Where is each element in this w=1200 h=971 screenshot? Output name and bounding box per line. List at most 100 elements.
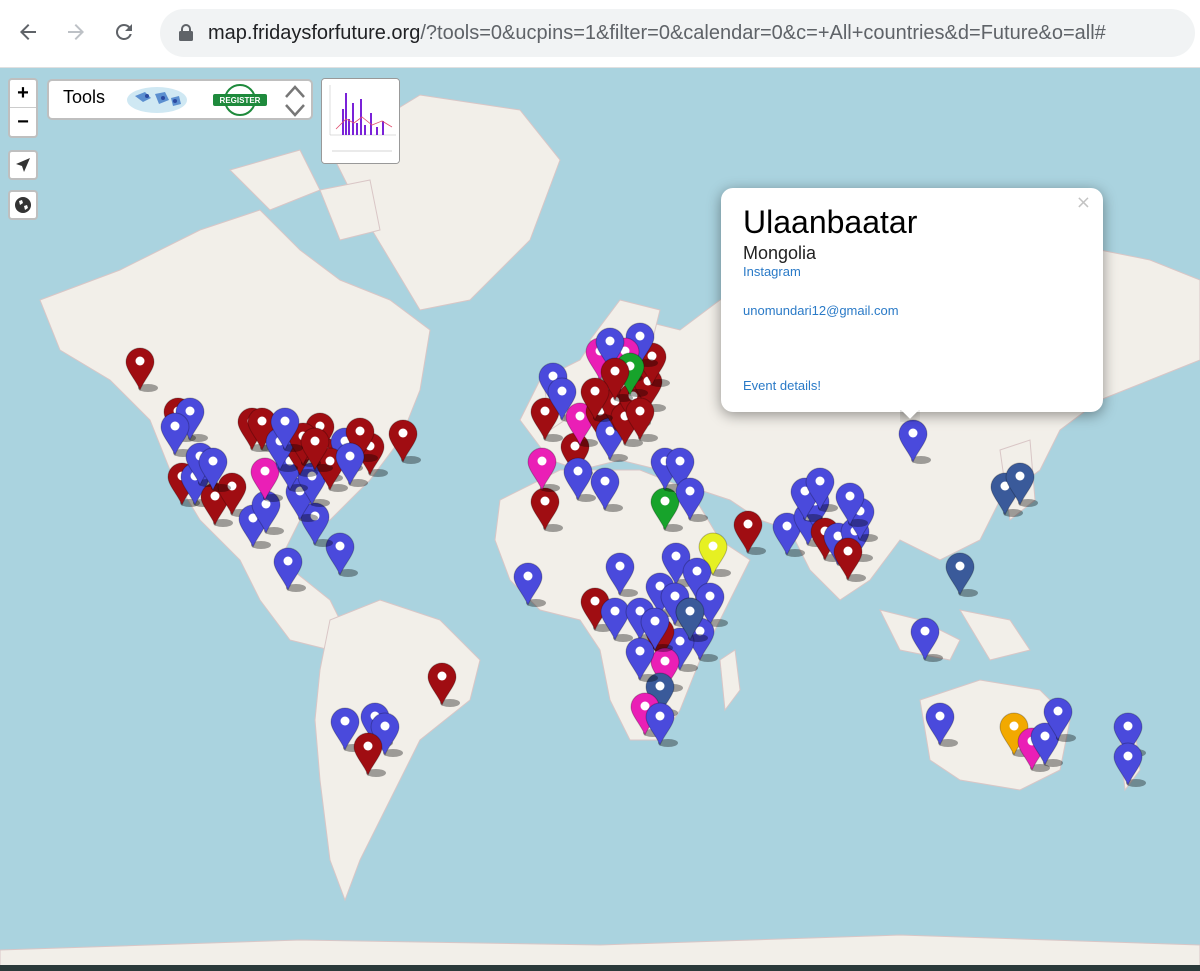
map-pin-dot (310, 436, 320, 446)
map-pin-dot (437, 671, 447, 681)
map-pin-marker[interactable] (527, 447, 557, 492)
map-pin-marker[interactable] (530, 487, 560, 532)
map-pin-dot (600, 476, 610, 486)
map-pin[interactable] (675, 477, 708, 522)
map-pin[interactable] (945, 552, 978, 597)
map-pin[interactable] (273, 547, 306, 592)
globe-button[interactable] (8, 190, 38, 220)
map-pin-marker[interactable] (945, 552, 975, 597)
map-pin-marker[interactable] (388, 419, 418, 464)
map-pin[interactable] (427, 662, 460, 707)
map-pin-dot (705, 591, 715, 601)
map-pin-dot (635, 646, 645, 656)
map-pin-dot (685, 486, 695, 496)
map-pin-dot (1009, 721, 1019, 731)
map-pin-dot (685, 606, 695, 616)
map-pin[interactable] (898, 419, 931, 464)
zoom-control: + − (8, 78, 38, 138)
map-pin-marker[interactable] (625, 637, 655, 682)
address-bar[interactable]: map.fridaysforfuture.org/?tools=0&ucpins… (160, 9, 1195, 57)
map-pin-marker[interactable] (125, 347, 155, 392)
tools-panel[interactable]: Tools REGISTER (47, 79, 313, 120)
map-pin-dot (590, 386, 600, 396)
map-pin-dot (135, 356, 145, 366)
map-pin-marker[interactable] (833, 537, 863, 582)
bottom-strip (0, 965, 1200, 971)
map-pin-dot (257, 416, 267, 426)
map-pin-dot (283, 556, 293, 566)
register-label: REGISTER (220, 96, 261, 105)
map-pin[interactable] (530, 487, 563, 532)
zoom-out-button[interactable]: − (10, 108, 36, 136)
back-button[interactable] (10, 14, 46, 50)
browser-toolbar: map.fridaysforfuture.org/?tools=0&ucpins… (0, 0, 1200, 68)
map-pin-marker[interactable] (513, 562, 543, 607)
map-pin-marker[interactable] (590, 467, 620, 512)
map-pin-dot (845, 491, 855, 501)
globe-icon (15, 197, 31, 213)
map-pin-marker[interactable] (898, 419, 928, 464)
event-details-link[interactable]: Event details! (743, 378, 821, 393)
map-pin[interactable] (605, 552, 638, 597)
map-pin-dot (615, 561, 625, 571)
register-badge[interactable]: REGISTER (211, 84, 269, 116)
map-pin[interactable] (388, 419, 421, 464)
map-pin-marker[interactable] (600, 597, 630, 642)
map-pin-marker[interactable] (353, 732, 383, 777)
forward-button[interactable] (58, 14, 94, 50)
map-pin-marker[interactable] (733, 510, 763, 555)
map-pin-dot (1123, 751, 1133, 761)
reload-icon (115, 23, 132, 40)
map-pin-marker[interactable] (675, 477, 705, 522)
map-pin-dot (540, 496, 550, 506)
popup-city-name: Ulaanbaatar (743, 204, 918, 240)
map-pin-dot (170, 421, 180, 431)
map-pin-marker[interactable] (650, 487, 680, 532)
zoom-in-button[interactable]: + (10, 80, 36, 108)
map-pin-marker[interactable] (910, 617, 940, 662)
map-pin[interactable] (910, 617, 943, 662)
map-pin-dot (670, 591, 680, 601)
email-link[interactable]: unomundari12@gmail.com (743, 303, 899, 318)
map-pin-dot (743, 519, 753, 529)
map-pin-marker[interactable] (273, 547, 303, 592)
map-pin-dot (355, 426, 365, 436)
map-pin-dot (537, 456, 547, 466)
map-pin[interactable] (513, 562, 546, 607)
reload-button[interactable] (106, 14, 142, 50)
map-pin-dot (185, 406, 195, 416)
locate-button[interactable] (8, 150, 38, 180)
world-map-thumbnail-icon[interactable] (125, 86, 189, 114)
map-pin-marker[interactable] (645, 702, 675, 747)
map-pin-marker[interactable] (563, 457, 593, 502)
map-pin-marker[interactable] (925, 702, 955, 747)
map-pin[interactable] (925, 702, 958, 747)
bar-chart-icon (322, 79, 399, 163)
map-pin-marker[interactable] (325, 532, 355, 577)
map-pin-dot (260, 466, 270, 476)
map-pin-marker[interactable] (427, 662, 457, 707)
map-pin[interactable] (125, 347, 158, 392)
chevron-up-down-icon[interactable] (283, 83, 307, 119)
map-pin[interactable] (590, 467, 623, 512)
popup-tip (900, 410, 920, 422)
map-pin[interactable] (325, 532, 358, 577)
map-pin-dot (843, 546, 853, 556)
map-pin-dot (280, 416, 290, 426)
map-pin-marker[interactable] (605, 552, 635, 597)
map-pin[interactable] (733, 510, 766, 555)
statistics-chart-thumbnail[interactable] (321, 78, 400, 164)
popup-close-button[interactable]: × (1076, 192, 1091, 213)
location-popup: × Ulaanbaatar Mongolia Instagram unomund… (721, 188, 1103, 412)
map-pin-marker[interactable] (1113, 742, 1143, 787)
map-pin-dot (210, 491, 220, 501)
navigation-arrow-icon (16, 158, 30, 172)
map-pin-dot (635, 406, 645, 416)
map-pin-dot (345, 451, 355, 461)
map-pin-marker[interactable] (160, 412, 190, 457)
map-pin-dot (610, 366, 620, 376)
instagram-link[interactable]: Instagram (743, 264, 801, 279)
url-text: map.fridaysforfuture.org/?tools=0&ucpins… (208, 22, 1106, 45)
map-pin[interactable] (527, 447, 560, 492)
map-pin-dot (523, 571, 533, 581)
